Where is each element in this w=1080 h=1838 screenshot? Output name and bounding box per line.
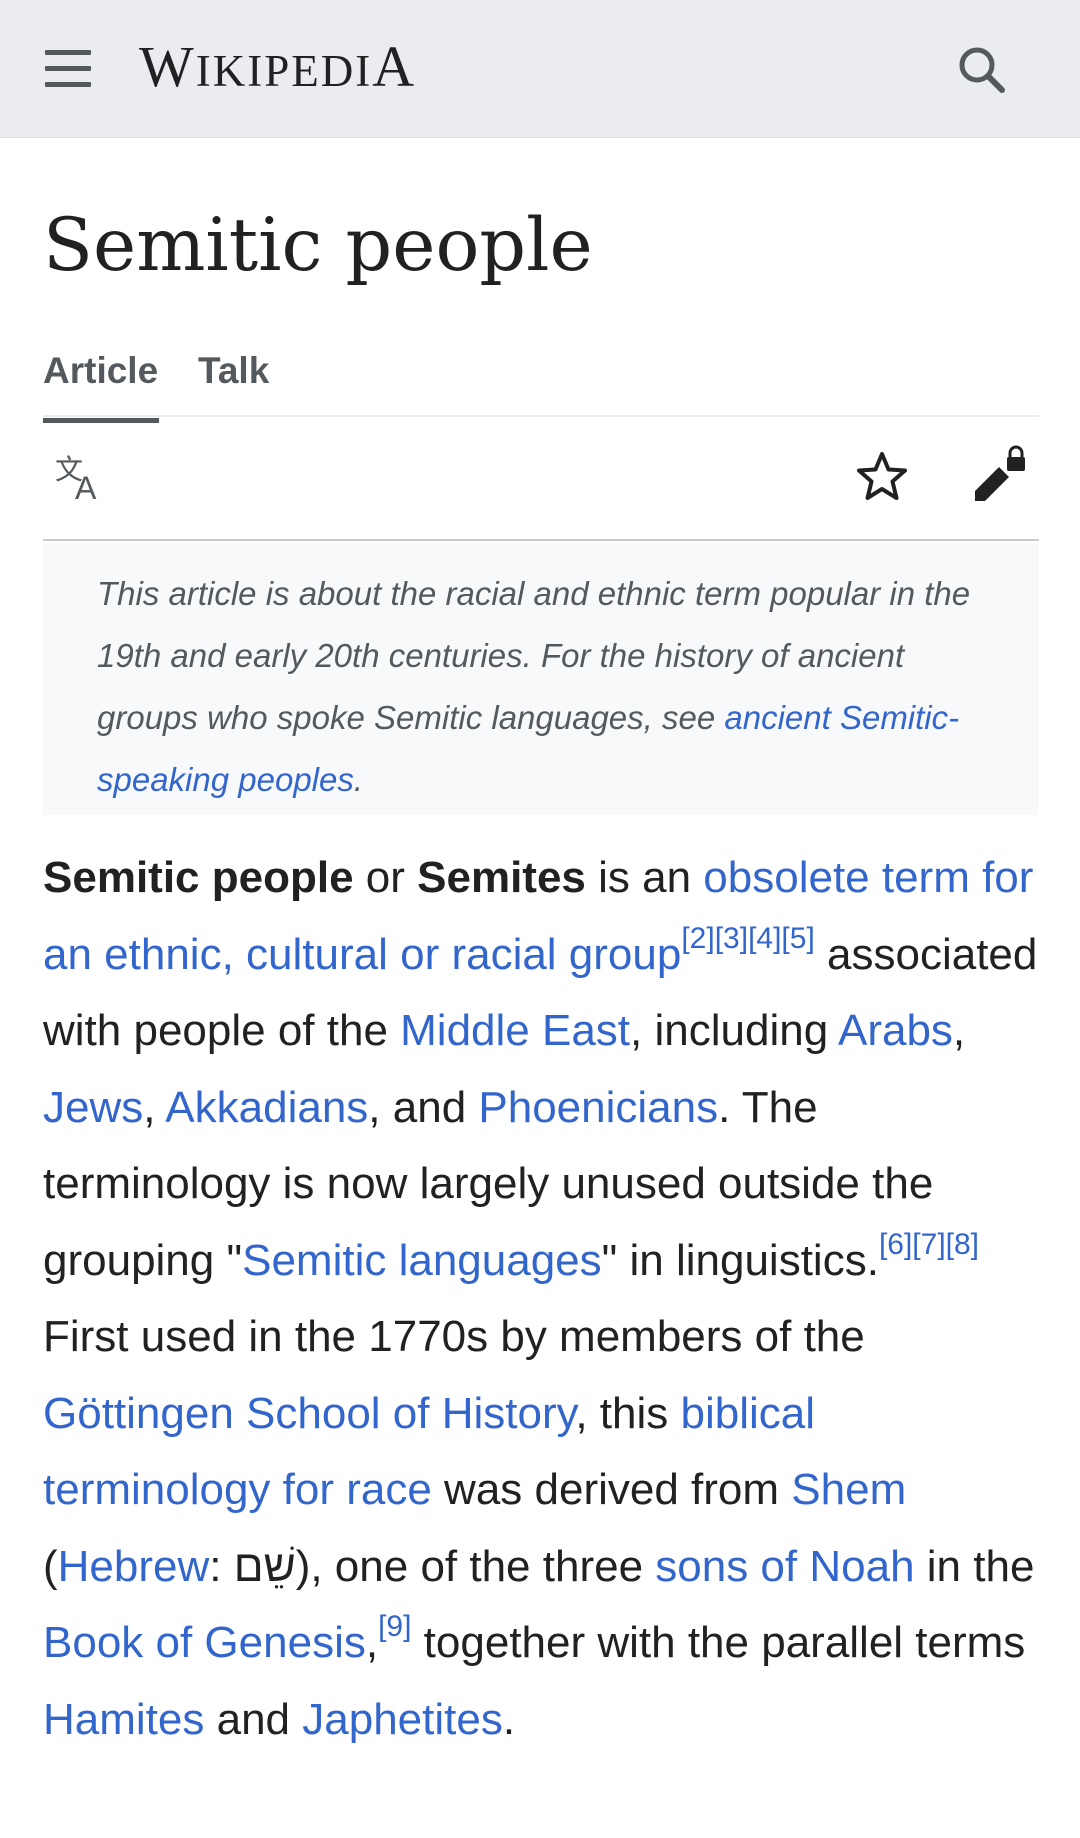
- link-shem[interactable]: Shem: [791, 1465, 906, 1514]
- text: in the: [914, 1541, 1035, 1591]
- text: :: [209, 1541, 234, 1591]
- reference-9[interactable]: [9]: [378, 1610, 411, 1643]
- tab-article[interactable]: Article: [43, 341, 159, 423]
- reference-5[interactable]: [5]: [781, 922, 814, 955]
- main-menu-button[interactable]: [38, 42, 98, 96]
- page-title: Semitic people: [43, 203, 593, 288]
- reference-link[interactable]: [7]: [912, 1228, 945, 1261]
- edit-locked-icon: [975, 445, 1025, 501]
- link-phoenicians[interactable]: Phoenicians: [478, 1083, 718, 1132]
- reference-4[interactable]: [4]: [748, 922, 781, 955]
- reference-3[interactable]: [3]: [715, 922, 748, 955]
- watch-button[interactable]: [854, 449, 910, 505]
- reference-6[interactable]: [6]: [879, 1228, 912, 1261]
- link-semitic-languages[interactable]: Semitic languages: [242, 1236, 602, 1285]
- svg-text:A: A: [75, 470, 97, 505]
- link-japhetites[interactable]: Japhetites: [302, 1695, 503, 1744]
- star-icon: [857, 452, 907, 500]
- link-hebrew[interactable]: Hebrew: [58, 1542, 210, 1591]
- reference-link[interactable]: [3]: [715, 922, 748, 955]
- language-button[interactable]: 文 A: [53, 449, 109, 506]
- bold-term: Semites: [417, 853, 586, 902]
- page-tabs: Article Talk: [43, 335, 1039, 423]
- hatnote: This article is about the racial and eth…: [43, 543, 1039, 815]
- text: First used in the 1770s by members of th…: [43, 1312, 865, 1361]
- wordmark-w: W: [139, 34, 196, 99]
- wordmark-a: A: [372, 34, 417, 99]
- link-arabs[interactable]: Arabs: [838, 1006, 953, 1055]
- reference-link[interactable]: [9]: [378, 1610, 411, 1643]
- hebrew-word: שֵׁם: [233, 1541, 296, 1591]
- tab-talk[interactable]: Talk: [198, 341, 269, 401]
- text: .: [502, 1694, 516, 1744]
- search-icon: [959, 47, 1005, 93]
- text: ,: [143, 1082, 166, 1132]
- link-middle-east[interactable]: Middle East: [400, 1006, 630, 1055]
- link-sons-of-noah[interactable]: sons of Noah: [655, 1542, 914, 1591]
- tab-article-label: Article: [43, 350, 159, 391]
- page-actions-bar: 文 A: [43, 415, 1039, 541]
- reference-link[interactable]: [5]: [781, 922, 814, 955]
- text: was derived from: [431, 1465, 792, 1514]
- wikipedia-wordmark[interactable]: WIKIPEDIA: [139, 32, 416, 106]
- text: and: [204, 1694, 303, 1744]
- reference-8[interactable]: [8]: [946, 1228, 979, 1261]
- text: is an: [585, 853, 704, 902]
- reference-link[interactable]: [8]: [946, 1228, 979, 1261]
- link-akkadians[interactable]: Akkadians: [165, 1083, 368, 1132]
- tab-talk-label: Talk: [198, 350, 270, 391]
- reference-link[interactable]: [6]: [879, 1228, 912, 1261]
- text: together with the parallel terms: [411, 1618, 1026, 1667]
- hamburger-menu-icon: [38, 42, 98, 96]
- link-gottingen-school[interactable]: Göttingen School of History: [43, 1389, 575, 1438]
- search-button[interactable]: [950, 38, 1014, 102]
- text: ,: [365, 1618, 379, 1667]
- text: " in linguistics.: [601, 1235, 879, 1285]
- reference-link[interactable]: [2]: [681, 922, 714, 955]
- edit-button[interactable]: [969, 445, 1029, 505]
- site-header: WIKIPEDIA: [0, 0, 1080, 138]
- text: ,: [952, 1006, 966, 1055]
- link-book-of-genesis[interactable]: Book of Genesis: [43, 1618, 366, 1667]
- reference-2[interactable]: [2]: [681, 922, 714, 955]
- wordmark-middle: IKIPEDI: [195, 46, 373, 96]
- reference-link[interactable]: [4]: [748, 922, 781, 955]
- text: ), one of the three: [295, 1541, 656, 1591]
- language-icon: 文 A: [55, 453, 97, 506]
- text: , and: [368, 1082, 479, 1132]
- text: , this: [575, 1388, 681, 1438]
- text: , including: [630, 1006, 838, 1055]
- lead-paragraph: Semitic people or Semites is an obsolete…: [43, 840, 1053, 1758]
- hatnote-end: .: [353, 761, 364, 798]
- link-hamites[interactable]: Hamites: [43, 1695, 204, 1744]
- link-jews[interactable]: Jews: [43, 1083, 143, 1132]
- text: or: [353, 853, 418, 902]
- bold-term: Semitic people: [43, 853, 354, 902]
- text: (: [43, 1541, 58, 1591]
- reference-7[interactable]: [7]: [912, 1228, 945, 1261]
